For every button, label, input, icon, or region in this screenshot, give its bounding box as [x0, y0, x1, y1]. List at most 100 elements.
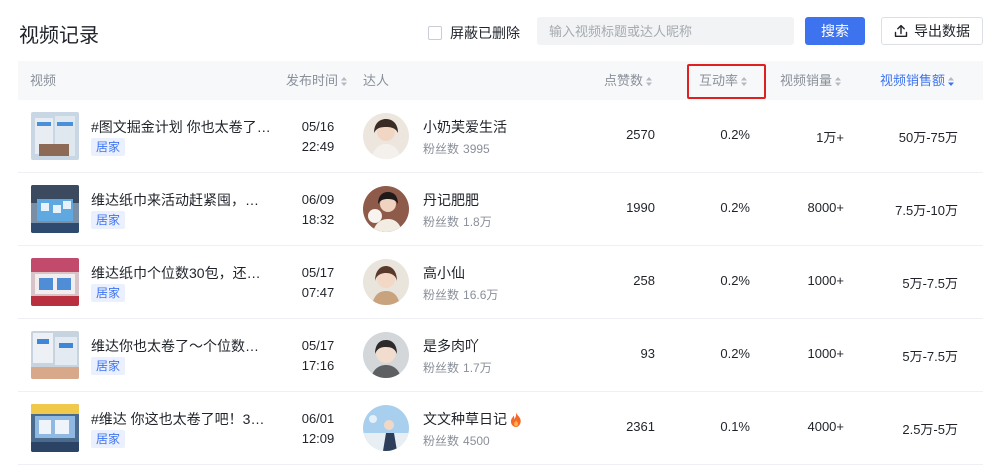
category-tag: 居家: [91, 138, 126, 156]
fans-label: 粉丝数: [423, 215, 460, 229]
header-gmv[interactable]: 视频销售额: [880, 61, 955, 100]
sort-caret-icon: [341, 77, 348, 86]
fans-label: 粉丝数: [423, 142, 460, 156]
influencer-name-text: 小奶芙爱生活: [423, 119, 507, 135]
category-tag: 居家: [91, 430, 126, 448]
fans-label: 粉丝数: [423, 288, 460, 302]
fans-count: 粉丝数 3995: [423, 140, 490, 157]
header-interaction-rate-label: 互动率: [699, 73, 739, 88]
video-gmv: 7.5万-10万: [895, 203, 958, 218]
video-title[interactable]: 维达纸巾个位数30包，还…: [91, 263, 271, 283]
avatar[interactable]: [363, 332, 409, 378]
fans-label: 粉丝数: [423, 434, 460, 448]
fans-label: 粉丝数: [423, 361, 460, 375]
video-thumbnail[interactable]: [31, 331, 79, 379]
sort-caret-icon: [835, 77, 842, 86]
hide-deleted-label: 屏蔽已删除: [450, 25, 520, 41]
hide-deleted-toggle[interactable]: 屏蔽已删除: [428, 23, 520, 43]
video-thumbnail[interactable]: [31, 185, 79, 233]
publish-date: 06/01: [301, 411, 335, 426]
table-row[interactable]: 维达纸巾个位数30包，还… 居家 05/17 07:47 高小仙 粉丝数 16.6万…: [18, 246, 983, 319]
category-tag: 居家: [91, 211, 126, 229]
likes-count: 2361: [626, 419, 655, 434]
publish-clock: 07:47: [301, 285, 335, 300]
video-gmv: 5万-7.5万: [902, 276, 958, 291]
influencer-name-text: 高小仙: [423, 265, 465, 281]
interaction-rate: 0.2%: [720, 127, 750, 142]
search-button[interactable]: 搜索: [805, 17, 865, 45]
video-sales: 8000+: [807, 200, 844, 215]
sort-caret-icon: [646, 77, 653, 86]
avatar[interactable]: [363, 113, 409, 159]
header-influencer: 达人: [363, 73, 390, 88]
publish-clock: 17:16: [301, 358, 335, 373]
video-sales: 4000+: [807, 419, 844, 434]
video-title[interactable]: 维达纸巾来活动赶紧囤，…: [91, 190, 271, 210]
header-likes-label: 点赞数: [604, 73, 644, 88]
video-thumbnail[interactable]: [31, 112, 79, 160]
publish-date: 05/17: [301, 265, 335, 280]
likes-count: 2570: [626, 127, 655, 142]
table-header: 视频 发布时间 达人 点赞数 互动率 视频销量 视频销售额: [18, 61, 983, 100]
influencer-name-text: 文文种草日记: [423, 411, 507, 427]
video-sales: 1000+: [807, 273, 844, 288]
table-row[interactable]: #维达 你这也太卷了吧！3… 居家 06/01 12:09 文文种草日记 粉丝数 4…: [18, 392, 983, 465]
avatar[interactable]: [363, 186, 409, 232]
search-input[interactable]: [537, 17, 794, 45]
video-gmv: 50万-75万: [898, 130, 958, 145]
publish-clock: 22:49: [301, 139, 335, 154]
hide-deleted-checkbox[interactable]: [428, 26, 442, 40]
video-thumbnail[interactable]: [31, 404, 79, 452]
header-video: 视频: [30, 73, 57, 88]
sort-caret-icon: [741, 77, 748, 86]
table-row[interactable]: #图文掘金计划 你也太卷了吧！维达纸巾… 居家 05/16 22:49 小奶芙爱生…: [18, 100, 983, 173]
video-gmv: 5万-7.5万: [902, 349, 958, 364]
publish-time: 06/01 12:09: [288, 409, 348, 449]
influencer-name[interactable]: 是多肉吖: [423, 336, 479, 356]
video-title[interactable]: #维达 你这也太卷了吧！3…: [91, 409, 271, 429]
publish-clock: 18:32: [301, 212, 335, 227]
video-sales: 1万+: [816, 130, 844, 145]
sort-caret-icon: [948, 77, 955, 86]
video-title[interactable]: #图文掘金计划 你也太卷了吧！维达纸巾…: [91, 117, 271, 137]
fans-value: 16.6万: [463, 288, 499, 302]
avatar[interactable]: [363, 259, 409, 305]
upload-icon: [894, 24, 908, 38]
table-row[interactable]: 维达纸巾来活动赶紧囤，… 居家 06/09 18:32 丹记肥肥 粉丝数 1.8万 …: [18, 173, 983, 246]
likes-count: 258: [633, 273, 655, 288]
influencer-name[interactable]: 高小仙: [423, 263, 465, 283]
interaction-rate: 0.2%: [720, 346, 750, 361]
fans-count: 粉丝数 16.6万: [423, 286, 498, 303]
fans-value: 1.7万: [463, 361, 492, 375]
publish-date: 05/16: [301, 119, 335, 134]
header-sales-label: 视频销量: [780, 73, 833, 88]
export-data-button[interactable]: 导出数据: [881, 17, 983, 45]
header-gmv-label: 视频销售额: [880, 73, 946, 88]
table-row[interactable]: 维达你也太卷了～个位数… 居家 05/17 17:16 是多肉吖 粉丝数 1.7万 …: [18, 319, 983, 392]
publish-time: 05/17 07:47: [288, 263, 348, 303]
likes-count: 93: [640, 346, 655, 361]
fans-count: 粉丝数 4500: [423, 432, 490, 449]
influencer-name[interactable]: 文文种草日记: [423, 409, 522, 429]
likes-count: 1990: [626, 200, 655, 215]
influencer-name[interactable]: 丹记肥肥: [423, 190, 479, 210]
category-tag: 居家: [91, 357, 126, 375]
page-title: 视频记录: [19, 25, 99, 47]
influencer-name[interactable]: 小奶芙爱生活: [423, 117, 507, 137]
publish-date: 05/17: [301, 338, 335, 353]
export-data-label: 导出数据: [914, 23, 970, 39]
interaction-rate: 0.2%: [720, 273, 750, 288]
header-publish-time-label: 发布时间: [286, 73, 339, 88]
flame-icon: [510, 411, 521, 427]
publish-date: 06/09: [301, 192, 335, 207]
video-title[interactable]: 维达你也太卷了～个位数…: [91, 336, 271, 356]
header-sales[interactable]: 视频销量: [780, 61, 842, 100]
header-publish-time[interactable]: 发布时间: [286, 61, 348, 100]
fans-count: 粉丝数 1.8万: [423, 213, 492, 230]
publish-time: 05/16 22:49: [288, 117, 348, 157]
header-interaction-rate[interactable]: 互动率: [699, 61, 748, 100]
fans-count: 粉丝数 1.7万: [423, 359, 492, 376]
header-likes[interactable]: 点赞数: [604, 61, 653, 100]
avatar[interactable]: [363, 405, 409, 451]
video-thumbnail[interactable]: [31, 258, 79, 306]
